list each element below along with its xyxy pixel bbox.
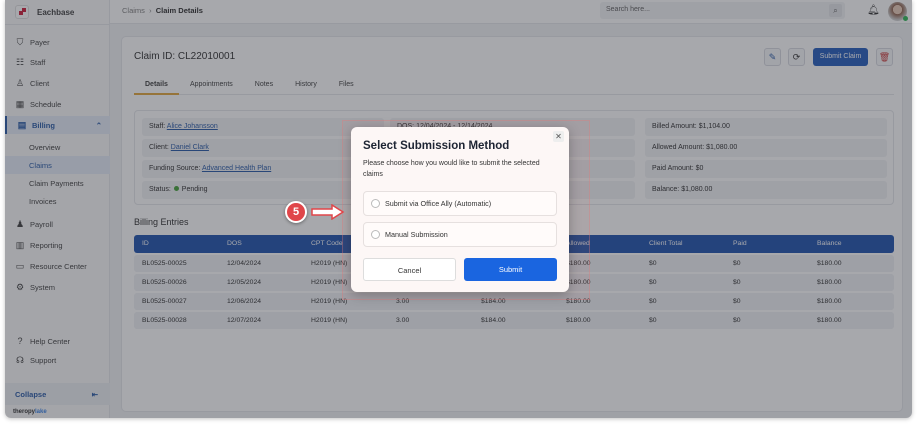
option-label: Submit via Office Ally (Automatic) xyxy=(385,199,492,208)
option-office-ally[interactable]: Submit via Office Ally (Automatic) xyxy=(363,191,557,216)
arrow-right-icon xyxy=(311,204,345,220)
step-marker: 5 xyxy=(285,201,307,223)
radio-button[interactable] xyxy=(371,199,380,208)
option-label: Manual Submission xyxy=(385,230,448,239)
app-window: Eachbase ⛉ Payer ☷ Staff ♙ Client ▦ Schedule ▤ Bi… xyxy=(5,0,912,418)
submit-button[interactable]: Submit xyxy=(464,258,557,281)
dialog-title: Select Submission Method xyxy=(363,140,510,152)
close-icon[interactable]: ✕ xyxy=(553,131,564,142)
option-manual[interactable]: Manual Submission xyxy=(363,222,557,247)
dialog-description: Please choose how you would like to subm… xyxy=(363,160,540,178)
submission-method-dialog: ✕ Select Submission Method Please choose… xyxy=(351,127,569,292)
radio-button[interactable] xyxy=(371,230,380,239)
cancel-button[interactable]: Cancel xyxy=(363,258,456,281)
